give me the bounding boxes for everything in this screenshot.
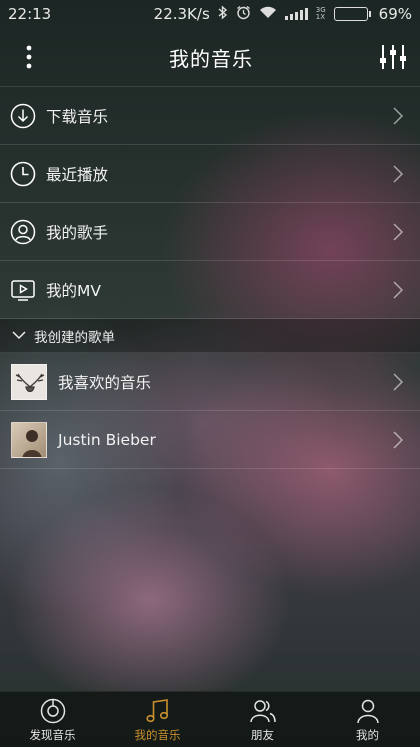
menu-item-label: 下载音乐 — [46, 107, 109, 126]
download-icon — [10, 103, 36, 129]
app-header: 我的音乐 — [0, 28, 420, 86]
friends-icon — [249, 700, 276, 723]
playlist-label: 我喜欢的音乐 — [58, 373, 152, 392]
tab-discover[interactable]: 发现音乐 — [0, 692, 105, 747]
menu-list: 下载音乐 最近播放 我的歌手 我的MV — [0, 86, 420, 319]
battery-icon — [333, 7, 371, 21]
created-playlists-header[interactable]: 我创建的歌单 — [0, 319, 420, 353]
status-time: 22:13 — [8, 5, 52, 23]
tab-my-music[interactable]: 我的音乐 — [105, 692, 210, 747]
discover-icon — [40, 698, 65, 724]
chevron-right-icon — [393, 106, 404, 125]
status-bar: 22:13 22.3K/s 3G 1X 69% — [0, 0, 420, 28]
playlist-cover — [11, 363, 47, 400]
mv-icon — [10, 277, 36, 303]
menu-item-mv[interactable]: 我的MV — [0, 261, 420, 319]
menu-item-download[interactable]: 下载音乐 — [0, 87, 420, 145]
chevron-right-icon — [393, 280, 404, 299]
bottom-nav: 发现音乐 我的音乐 朋友 我的 — [0, 691, 420, 747]
tab-profile[interactable]: 我的 — [315, 692, 420, 747]
menu-item-singers[interactable]: 我的歌手 — [0, 203, 420, 261]
tab-label: 我的音乐 — [134, 728, 181, 742]
singer-icon — [10, 219, 36, 245]
menu-item-label: 我的MV — [46, 281, 101, 300]
tab-friends[interactable]: 朋友 — [210, 692, 315, 747]
clock-icon — [10, 161, 36, 187]
chevron-down-icon — [12, 331, 26, 340]
tab-label: 朋友 — [251, 728, 274, 742]
menu-item-label: 最近播放 — [46, 165, 109, 184]
section-title: 我创建的歌单 — [34, 329, 115, 346]
chevron-right-icon — [393, 372, 404, 391]
tab-label: 发现音乐 — [29, 728, 76, 742]
chevron-right-icon — [393, 222, 404, 241]
tab-label: 我的 — [356, 728, 379, 742]
wifi-icon — [259, 6, 277, 23]
chevron-right-icon — [393, 430, 404, 449]
equalizer-icon[interactable] — [378, 42, 408, 72]
net-speed: 22.3K/s — [153, 5, 210, 23]
playlist-item-artist[interactable]: Justin Bieber — [0, 411, 420, 469]
alarm-icon — [236, 5, 251, 24]
profile-icon — [356, 699, 379, 724]
bluetooth-icon — [218, 4, 228, 24]
signal-icon — [284, 8, 308, 20]
menu-item-label: 我的歌手 — [46, 223, 109, 242]
playlist-cover — [11, 421, 47, 458]
chevron-right-icon — [393, 164, 404, 183]
menu-item-recent[interactable]: 最近播放 — [0, 145, 420, 203]
battery-percent: 69% — [378, 5, 412, 23]
playlist-label: Justin Bieber — [58, 430, 156, 449]
playlist-item-liked[interactable]: 我喜欢的音乐 — [0, 353, 420, 411]
net-type-bottom: 1X — [315, 13, 326, 21]
page-title: 我的音乐 — [169, 46, 253, 71]
network-type: 3G 1X — [316, 7, 326, 21]
more-vertical-icon[interactable] — [14, 42, 44, 72]
music-note-icon — [145, 699, 168, 723]
